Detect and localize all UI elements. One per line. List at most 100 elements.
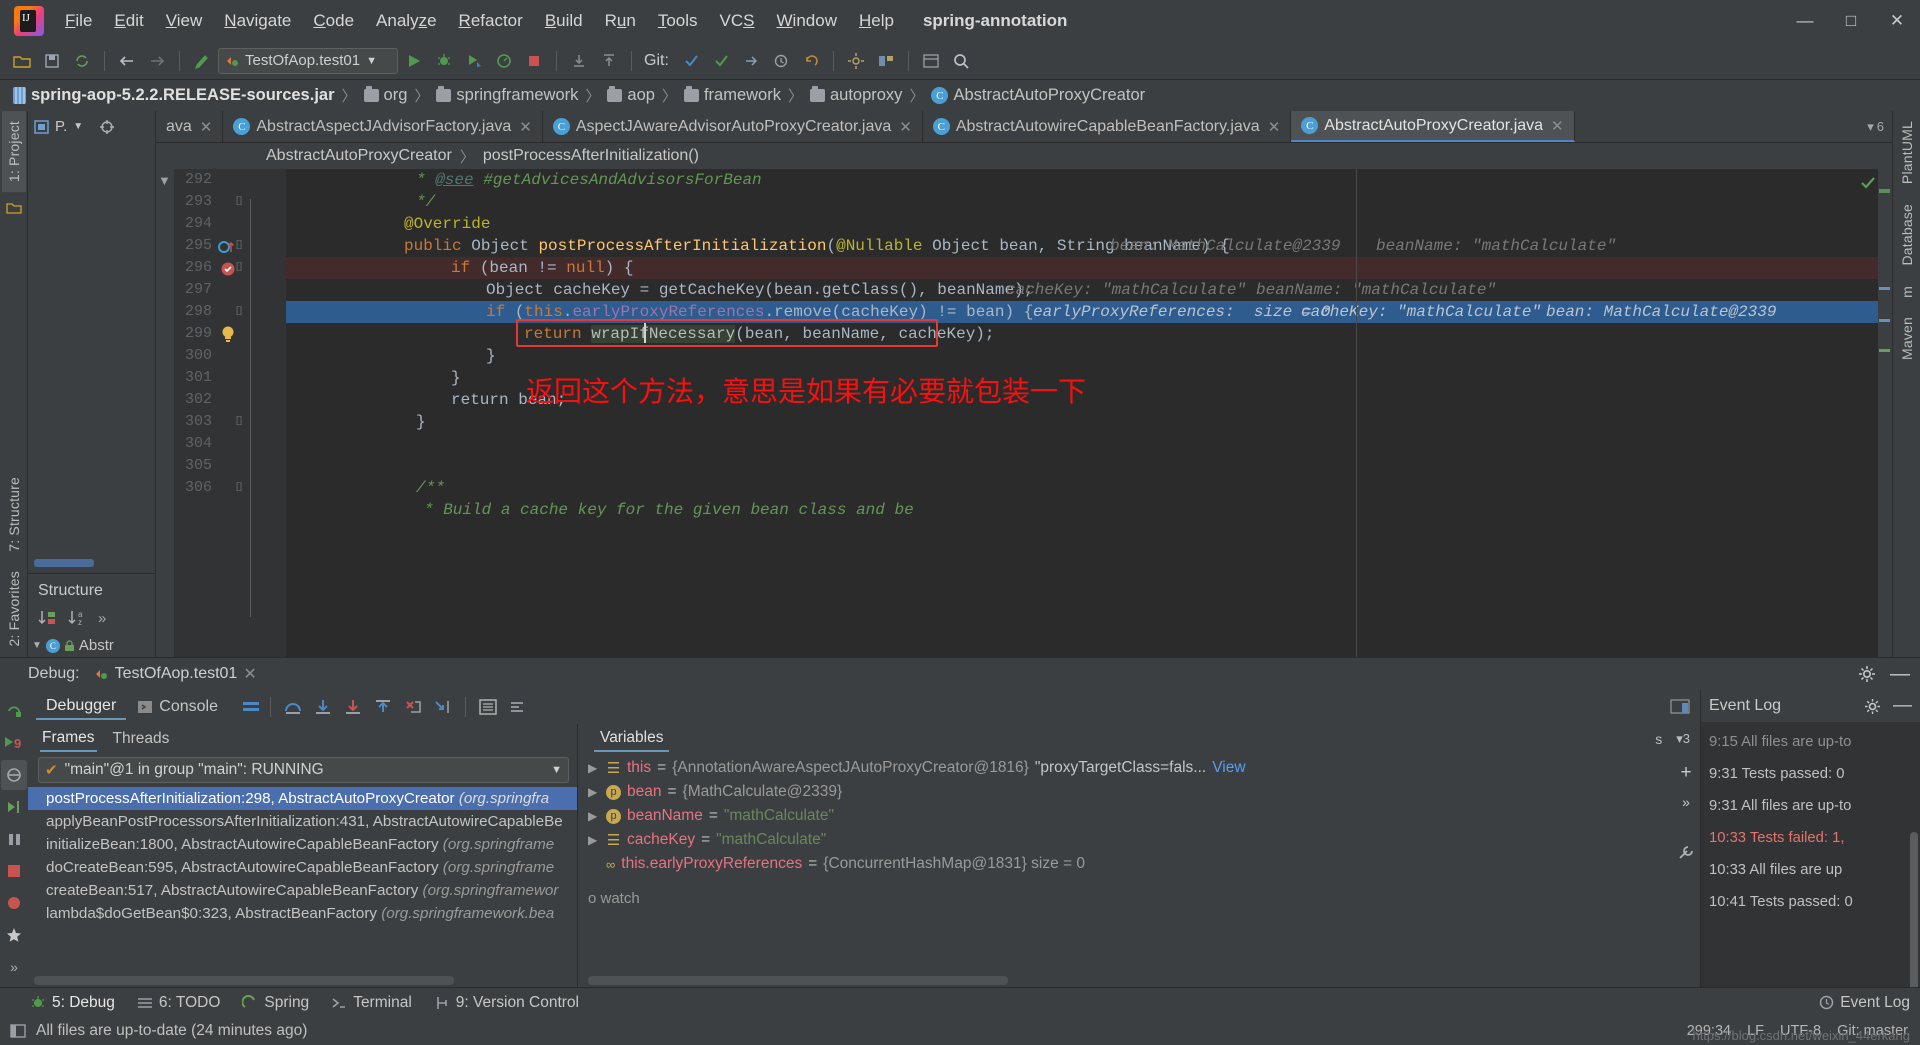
back-arrow-icon[interactable] — [113, 48, 141, 74]
editor-breadcrumb-class[interactable]: AbstractAutoProxyCreator — [266, 147, 452, 165]
stripe-exec-mark[interactable] — [1879, 287, 1890, 290]
menu-view[interactable]: View — [155, 7, 214, 35]
breadcrumb-autoproxy[interactable]: autoproxy — [807, 85, 905, 106]
variables-tab-label[interactable]: Variables — [594, 726, 670, 752]
editor-gutter[interactable]: 292 293 294 295 296 297 298 299 300 301 … — [174, 169, 286, 657]
menu-window[interactable]: Window — [766, 7, 848, 35]
close-icon[interactable]: ✕ — [899, 118, 912, 136]
variables-horizontal-scrollbar[interactable] — [588, 976, 1008, 985]
close-button[interactable]: ✕ — [1874, 0, 1920, 42]
drop-frame-icon[interactable] — [399, 694, 427, 720]
sidebar-item-maven[interactable]: Maven — [1895, 307, 1919, 370]
code-line-294[interactable]: @Override — [286, 213, 1892, 235]
editor-tab-4[interactable]: C AbstractAutoProxyCreator.java ✕ — [1291, 111, 1575, 142]
menu-help[interactable]: Help — [848, 7, 905, 35]
breadcrumb-aop[interactable]: aop — [604, 85, 658, 106]
bottom-item-version-control[interactable]: 9: Version Control — [434, 994, 579, 1012]
breadcrumb-jar[interactable]: spring-aop-5.2.2.RELEASE-sources.jar — [10, 85, 338, 106]
add-watch-icon[interactable]: + — [1680, 762, 1691, 784]
chevron-down-icon[interactable]: ▼ — [551, 764, 562, 776]
menu-edit[interactable]: Edit — [103, 7, 154, 35]
sidebar-item-favorites[interactable]: 2: Favorites — [2, 561, 26, 657]
evaluate-expression-icon[interactable] — [474, 694, 502, 720]
frame-row-5[interactable]: lambda$doGetBean$0:323, AbstractBeanFact… — [28, 902, 577, 925]
search-icon[interactable] — [947, 48, 975, 74]
chevron-down-icon[interactable]: ▼ — [366, 55, 377, 67]
wrench-icon[interactable] — [1677, 844, 1695, 862]
event-log-list[interactable]: 9:15 All files are up-to 9:31 Tests pass… — [1701, 722, 1920, 987]
settings-layout-icon[interactable] — [504, 694, 532, 720]
frame-row-1[interactable]: applyBeanPostProcessorsAfterInitializati… — [28, 810, 577, 833]
breadcrumb-framework[interactable]: framework — [681, 85, 784, 106]
code-line-304[interactable] — [286, 433, 1892, 455]
code-editor[interactable]: ▼ 292 293 294 295 296 297 298 299 300 30… — [156, 169, 1892, 657]
code-line-300[interactable]: } — [286, 345, 1892, 367]
chevron-down-icon[interactable]: ▼ — [73, 121, 83, 132]
event-log-scrollbar[interactable] — [1910, 832, 1918, 987]
frame-row-4[interactable]: createBean:517, AbstractAutowireCapableB… — [28, 879, 577, 902]
sidebar-item-database[interactable]: Database — [1895, 194, 1919, 276]
breadcrumb-class[interactable]: C AbstractAutoProxyCreator — [928, 85, 1148, 106]
menu-navigate[interactable]: Navigate — [213, 7, 302, 35]
stripe-ok-mark[interactable] — [1879, 189, 1890, 193]
code-line-296[interactable]: if (bean != null) { — [286, 257, 1892, 279]
bottom-item-todo[interactable]: 6: TODO — [137, 994, 220, 1012]
structure-icon[interactable] — [917, 48, 945, 74]
frames-list[interactable]: postProcessAfterInitialization:298, Abst… — [28, 787, 577, 974]
rerun-icon[interactable] — [1, 696, 27, 726]
expand-arrow-icon[interactable]: ▶ — [588, 785, 600, 799]
minimize-button[interactable]: — — [1782, 0, 1828, 42]
frame-row-0[interactable]: postProcessAfterInitialization:298, Abst… — [28, 787, 577, 810]
save-icon[interactable] — [38, 48, 66, 74]
editor-tab-1[interactable]: C AbstractAspectJAdvisorFactory.java ✕ — [223, 111, 543, 142]
gear-icon[interactable] — [1858, 665, 1876, 683]
menu-vcs[interactable]: VCS — [709, 7, 766, 35]
menu-code[interactable]: Code — [302, 7, 365, 35]
commit-icon[interactable] — [595, 48, 623, 74]
fold-marker-303[interactable]: ⌷ — [232, 413, 246, 429]
view-breakpoints-icon[interactable] — [1, 888, 27, 918]
menu-refactor[interactable]: Refactor — [448, 7, 534, 35]
variable-row-cachekey[interactable]: ▶ ☰ cacheKey = "mathCalculate" — [578, 828, 1672, 852]
chevron-down-icon[interactable]: ▾ — [1867, 119, 1874, 135]
run-coverage-icon[interactable] — [460, 48, 488, 74]
settings-icon[interactable] — [842, 48, 870, 74]
bottom-item-terminal[interactable]: Terminal — [331, 994, 412, 1012]
menu-bar[interactable]: File Edit View Navigate Code Analyze Ref… — [54, 0, 905, 42]
code-line-306[interactable]: /** — [286, 477, 1892, 499]
step-over-icon[interactable] — [279, 694, 307, 720]
editor-tab-2[interactable]: C AspectJAwareAdvisorAutoProxyCreator.ja… — [543, 111, 923, 142]
resume-program-icon[interactable]: 9 — [1, 728, 27, 758]
bottom-item-spring[interactable]: Spring — [242, 994, 309, 1012]
sidebar-item-m[interactable]: m — [1895, 276, 1919, 308]
more-actions-icon[interactable]: » — [1682, 794, 1690, 810]
debug-icon[interactable] — [430, 48, 458, 74]
debug-session-tab[interactable]: TestOfAop.test01 ✕ — [88, 662, 263, 686]
tab-debugger[interactable]: Debugger — [36, 694, 127, 720]
status-toggle-icon[interactable] — [10, 1024, 26, 1038]
code-line-295[interactable]: public Object postProcessAfterInitializa… — [286, 235, 1892, 257]
structure-tree-item[interactable]: ▼ C Abstr — [28, 634, 155, 657]
stop-icon[interactable] — [1, 856, 27, 886]
frame-row-3[interactable]: doCreateBean:595, AbstractAutowireCapabl… — [28, 856, 577, 879]
minimize-icon[interactable]: — — [1890, 663, 1910, 686]
fold-marker-296[interactable]: ⌷ — [232, 259, 246, 275]
mute-breakpoints-icon[interactable] — [1, 760, 27, 790]
minimize-icon[interactable]: — — [1893, 695, 1912, 717]
undo-icon[interactable] — [797, 48, 825, 74]
subtab-threads[interactable]: Threads — [111, 727, 172, 751]
git-push-icon[interactable] — [737, 48, 765, 74]
stripe-change-mark[interactable] — [1879, 349, 1890, 352]
run-to-cursor-icon[interactable] — [429, 694, 457, 720]
collapse-all-icon[interactable]: ▼ — [158, 173, 171, 188]
frames-horizontal-scrollbar[interactable] — [34, 976, 454, 985]
build-icon[interactable] — [188, 48, 216, 74]
subtab-frames[interactable]: Frames — [40, 726, 97, 752]
more-options-icon[interactable]: » — [98, 610, 106, 627]
sidebar-item-plantuml[interactable]: PlantUML — [1895, 111, 1919, 194]
forward-arrow-icon[interactable] — [143, 48, 171, 74]
profile-icon[interactable] — [490, 48, 518, 74]
bottom-item-event-log[interactable]: Event Log — [1819, 994, 1910, 1012]
editor-tabs-overflow[interactable]: ▾ 6 — [1859, 111, 1892, 142]
variable-this-view-link[interactable]: View — [1212, 759, 1245, 777]
